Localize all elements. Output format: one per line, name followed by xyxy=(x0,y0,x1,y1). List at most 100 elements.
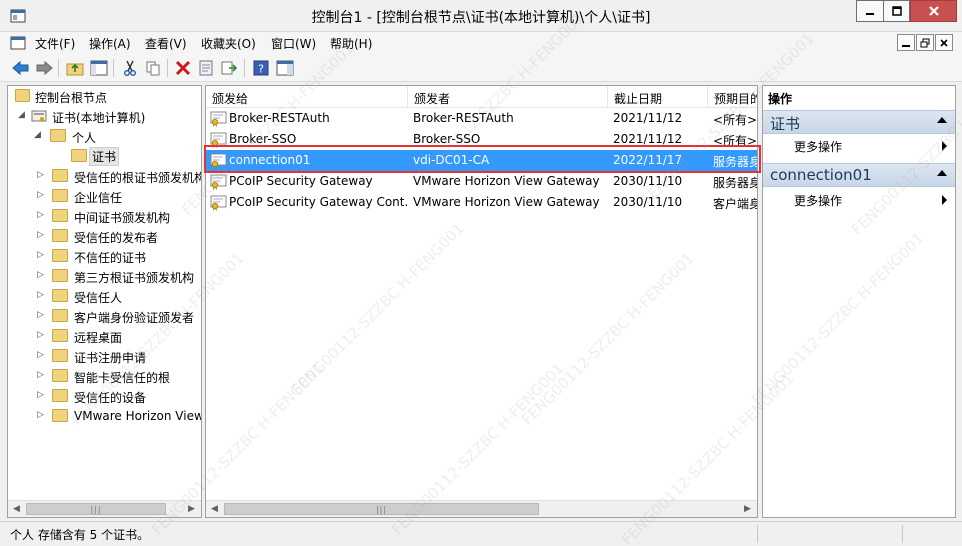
tree-node-store[interactable]: ▷ 受信任的设备 xyxy=(8,386,201,406)
menu-window[interactable]: 窗口(W) xyxy=(271,35,316,52)
scroll-left-icon[interactable]: ◀ xyxy=(206,501,223,517)
actions-section-connection01[interactable]: connection01 xyxy=(763,163,955,187)
cell-expires: 2030/11/10 xyxy=(613,195,683,209)
tree-node-store[interactable]: ▷ 受信任的根证书颁发机构 xyxy=(8,166,201,186)
folder-icon xyxy=(52,349,68,362)
tree-node-computer[interactable]: ◢ 证书(本地计算机) xyxy=(8,106,201,126)
tree-node-store[interactable]: ▷ 企业信任 xyxy=(8,186,201,206)
export-icon xyxy=(221,61,237,75)
folder-icon xyxy=(52,309,68,322)
table-row[interactable]: PCoIP Security Gateway Cont... VMware Ho… xyxy=(206,192,757,213)
collapsed-arrow-icon[interactable]: ▷ xyxy=(37,330,47,340)
collapsed-arrow-icon[interactable]: ▷ xyxy=(37,290,47,300)
menu-action[interactable]: 操作(A) xyxy=(89,35,131,52)
collapsed-arrow-icon[interactable]: ▷ xyxy=(37,310,47,320)
tree-node-store[interactable]: ▷ 中间证书颁发机构 xyxy=(8,206,201,226)
collapsed-arrow-icon[interactable]: ▷ xyxy=(37,190,47,200)
tree-node-store[interactable]: ▷ VMware Horizon View Certificates xyxy=(8,406,201,426)
scroll-right-icon[interactable]: ▶ xyxy=(739,501,756,517)
cell-issued-to: connection01 xyxy=(229,153,311,167)
table-row[interactable]: Broker-SSO Broker-SSO 2021/11/12 <所有> xyxy=(206,129,757,150)
toolbar: ? xyxy=(0,54,962,82)
scrollbar-thumb[interactable]: ||| xyxy=(224,503,539,515)
collapsed-arrow-icon[interactable]: ▷ xyxy=(37,230,47,240)
tree-node-store[interactable]: ▷ 远程桌面 xyxy=(8,326,201,346)
tree-node-store[interactable]: ▷ 受信任的发布者 xyxy=(8,226,201,246)
certificate-icon xyxy=(210,153,227,169)
tree-node-store[interactable]: ▷ 第三方根证书颁发机构 xyxy=(8,266,201,286)
close-button[interactable] xyxy=(910,0,957,22)
scrollbar-thumb[interactable]: ||| xyxy=(26,503,166,515)
properties-button[interactable] xyxy=(195,57,217,79)
tree-node-store[interactable]: ▷ 受信任人 xyxy=(8,286,201,306)
tree-horizontal-scrollbar[interactable]: ◀ ||| ▶ xyxy=(8,500,201,517)
back-button[interactable] xyxy=(10,57,32,79)
child-restore-button[interactable] xyxy=(916,34,934,51)
menu-file[interactable]: 文件(F) xyxy=(35,35,75,52)
menu-view[interactable]: 查看(V) xyxy=(145,35,187,52)
table-row[interactable]: Broker-RESTAuth Broker-RESTAuth 2021/11/… xyxy=(206,108,757,129)
collapsed-arrow-icon[interactable]: ▷ xyxy=(37,350,47,360)
maximize-button[interactable] xyxy=(883,0,910,22)
cell-issuer: Broker-RESTAuth xyxy=(413,111,514,125)
cell-issued-to: Broker-RESTAuth xyxy=(229,111,330,125)
collapsed-arrow-icon[interactable]: ▷ xyxy=(37,170,47,180)
cut-button[interactable] xyxy=(119,57,141,79)
collapse-up-icon[interactable] xyxy=(937,117,947,123)
collapse-up-icon[interactable] xyxy=(937,170,947,176)
column-intended-purpose[interactable]: 预期目的 xyxy=(708,86,757,108)
child-close-button[interactable] xyxy=(935,34,953,51)
more-actions-item[interactable]: 更多操作 xyxy=(763,135,955,155)
menu-favorites[interactable]: 收藏夹(O) xyxy=(201,35,256,52)
tree-node-personal[interactable]: ◢ 个人 xyxy=(8,126,201,146)
folder-icon xyxy=(52,209,68,222)
document-icon[interactable] xyxy=(10,35,26,51)
tree-node-root[interactable]: 控制台根节点 xyxy=(8,86,201,106)
tree-label: 远程桌面 xyxy=(74,331,123,345)
cell-issued-to: PCoIP Security Gateway Cont... xyxy=(229,195,407,209)
column-issuer[interactable]: 颁发者 xyxy=(408,86,608,108)
collapsed-arrow-icon[interactable]: ▷ xyxy=(37,250,47,260)
collapsed-arrow-icon[interactable]: ▷ xyxy=(37,410,47,420)
title-bar: 控制台1 - [控制台根节点\证书(本地计算机)\个人\证书] xyxy=(0,0,962,32)
expanded-arrow-icon[interactable]: ◢ xyxy=(34,130,44,140)
export-list-button[interactable] xyxy=(218,57,240,79)
scroll-left-icon[interactable]: ◀ xyxy=(8,501,25,517)
section-title: 证书 xyxy=(770,115,801,133)
actions-section-certificates[interactable]: 证书 xyxy=(763,110,955,134)
console-tree-pane: 控制台根节点 ◢ 证书(本地计算机) ◢ 个人 证书 ▷ 受信任的根证书颁发机构… xyxy=(7,85,202,518)
forward-button[interactable] xyxy=(33,57,55,79)
copy-button[interactable] xyxy=(142,57,164,79)
collapsed-arrow-icon[interactable]: ▷ xyxy=(37,390,47,400)
column-issued-to[interactable]: 颁发给 xyxy=(206,86,408,108)
table-row[interactable]: PCoIP Security Gateway VMware Horizon Vi… xyxy=(206,171,757,192)
up-one-level-button[interactable] xyxy=(64,57,86,79)
menu-help[interactable]: 帮助(H) xyxy=(330,35,372,52)
collapsed-arrow-icon[interactable]: ▷ xyxy=(37,210,47,220)
minimize-button[interactable] xyxy=(856,0,883,22)
help-icon: ? xyxy=(253,60,269,76)
table-row-selected[interactable]: connection01 vdi-DC01-CA 2022/11/17 服务器身… xyxy=(206,150,757,171)
show-hide-tree-button[interactable] xyxy=(88,57,110,79)
tree-node-store[interactable]: ▷ 证书注册申请 xyxy=(8,346,201,366)
list-horizontal-scrollbar[interactable]: ◀ ||| ▶ xyxy=(206,500,757,517)
column-expiration[interactable]: 截止日期 xyxy=(608,86,708,108)
expanded-arrow-icon[interactable]: ◢ xyxy=(18,110,28,120)
cell-issuer: vdi-DC01-CA xyxy=(413,153,490,167)
tree-node-store[interactable]: ▷ 不信任的证书 xyxy=(8,246,201,266)
copy-icon xyxy=(146,61,160,76)
help-button[interactable]: ? xyxy=(250,57,272,79)
tree-node-store[interactable]: ▷ 智能卡受信任的根 xyxy=(8,366,201,386)
delete-button[interactable] xyxy=(172,57,194,79)
collapsed-arrow-icon[interactable]: ▷ xyxy=(37,370,47,380)
tree-node-certificates[interactable]: 证书 xyxy=(8,146,201,166)
child-minimize-button[interactable] xyxy=(897,34,915,51)
tree-label: 证书注册申请 xyxy=(74,351,147,365)
more-actions-item[interactable]: 更多操作 xyxy=(763,189,955,209)
certificate-list-pane: 颁发给 颁发者 截止日期 预期目的 Broker-RESTAuth Broker… xyxy=(205,85,758,518)
show-hide-action-pane-button[interactable] xyxy=(274,57,296,79)
cell-purpose: 客户端身份验证 xyxy=(713,197,757,211)
collapsed-arrow-icon[interactable]: ▷ xyxy=(37,270,47,280)
scroll-right-icon[interactable]: ▶ xyxy=(183,501,200,517)
tree-node-store[interactable]: ▷ 客户端身份验证颁发者 xyxy=(8,306,201,326)
